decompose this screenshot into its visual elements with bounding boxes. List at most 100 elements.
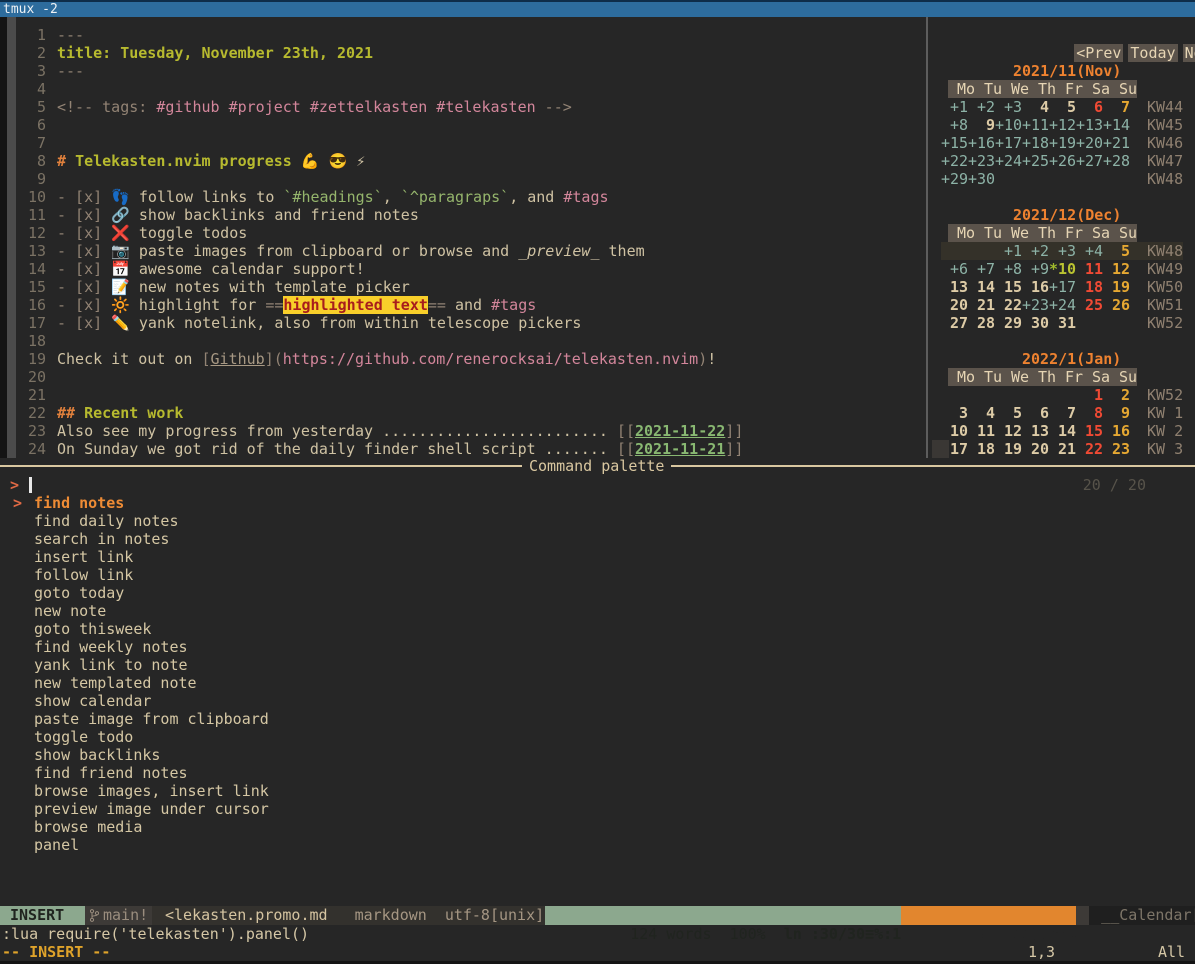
day-cell[interactable]: +13 bbox=[1076, 116, 1103, 134]
left-scrollbar[interactable] bbox=[7, 17, 16, 458]
day-cell[interactable]: 13 bbox=[1022, 422, 1049, 440]
day-cell[interactable]: +17 bbox=[1049, 278, 1076, 296]
palette-item[interactable]: goto thisweek bbox=[0, 620, 1195, 638]
day-cell[interactable]: 25 bbox=[1076, 296, 1103, 314]
day-cell[interactable]: 7 bbox=[1103, 98, 1130, 116]
day-cell[interactable]: +3 bbox=[995, 98, 1022, 116]
palette-item[interactable]: find friend notes bbox=[0, 764, 1195, 782]
day-cell[interactable]: +1 bbox=[941, 98, 968, 116]
palette-item[interactable]: panel bbox=[0, 836, 1195, 854]
day-cell[interactable]: 27 bbox=[941, 314, 968, 332]
day-cell[interactable]: 4 bbox=[1022, 98, 1049, 116]
day-cell[interactable]: 2 bbox=[1103, 386, 1130, 404]
day-cell[interactable]: +23 bbox=[968, 152, 995, 170]
day-cell[interactable]: 11 bbox=[1076, 260, 1103, 278]
day-cell[interactable]: 19 bbox=[1103, 278, 1130, 296]
today-button[interactable]: Today bbox=[1128, 44, 1177, 62]
next-month-button[interactable]: Next> bbox=[1183, 44, 1195, 62]
day-cell[interactable]: 11 bbox=[968, 422, 995, 440]
palette-item[interactable]: follow link bbox=[0, 566, 1195, 584]
day-cell[interactable]: 20 bbox=[941, 296, 968, 314]
day-cell[interactable]: 21 bbox=[1049, 440, 1076, 458]
day-cell[interactable]: 14 bbox=[1049, 422, 1076, 440]
palette-item[interactable]: search in notes bbox=[0, 530, 1195, 548]
day-cell[interactable]: 14 bbox=[968, 278, 995, 296]
day-cell[interactable]: 21 bbox=[968, 296, 995, 314]
day-cell[interactable]: +26 bbox=[1049, 152, 1076, 170]
day-cell[interactable]: 10 bbox=[941, 422, 968, 440]
day-cell[interactable]: 26 bbox=[1103, 296, 1130, 314]
palette-item[interactable]: browse media bbox=[0, 818, 1195, 836]
day-cell[interactable]: 18 bbox=[1076, 278, 1103, 296]
palette-prompt[interactable]: > 20 / 20 bbox=[0, 476, 1195, 494]
note-link[interactable]: 2021-11-22 bbox=[635, 422, 725, 440]
day-cell[interactable]: +15 bbox=[941, 134, 968, 152]
day-cell[interactable]: 22 bbox=[995, 296, 1022, 314]
buffer-badge[interactable]: ☲ [11]tra… bbox=[901, 906, 1076, 925]
note-link[interactable]: 2021-11-21 bbox=[635, 440, 725, 458]
day-cell[interactable]: 9 bbox=[968, 116, 995, 134]
day-cell[interactable]: 9 bbox=[1103, 404, 1130, 422]
palette-item[interactable]: goto today bbox=[0, 584, 1195, 602]
day-cell[interactable]: +12 bbox=[1049, 116, 1076, 134]
day-cell[interactable]: 19 bbox=[995, 440, 1022, 458]
day-cell[interactable]: +2 bbox=[968, 98, 995, 116]
window-titlebar[interactable]: tmux -2 bbox=[0, 0, 1195, 17]
day-cell[interactable]: +21 bbox=[1103, 134, 1130, 152]
day-cell[interactable]: 1 bbox=[1076, 386, 1103, 404]
day-cell[interactable]: 22 bbox=[1076, 440, 1103, 458]
palette-item[interactable]: new note bbox=[0, 602, 1195, 620]
day-cell[interactable]: +30 bbox=[968, 170, 995, 188]
day-cell[interactable]: +19 bbox=[1049, 134, 1076, 152]
day-cell[interactable]: 31 bbox=[1049, 314, 1076, 332]
palette-item[interactable]: show backlinks bbox=[0, 746, 1195, 764]
day-cell[interactable]: 3 bbox=[941, 404, 968, 422]
day-cell[interactable]: 16 bbox=[1022, 278, 1049, 296]
day-cell[interactable]: +3 bbox=[1049, 242, 1076, 260]
day-cell[interactable]: 17 bbox=[941, 440, 968, 458]
prev-month-button[interactable]: <Prev bbox=[1074, 44, 1123, 62]
day-cell[interactable]: 30 bbox=[1022, 314, 1049, 332]
day-cell[interactable]: 15 bbox=[995, 278, 1022, 296]
palette-item[interactable]: preview image under cursor bbox=[0, 800, 1195, 818]
day-cell[interactable]: 12 bbox=[1103, 260, 1130, 278]
palette-item[interactable]: show calendar bbox=[0, 692, 1195, 710]
day-cell[interactable]: 7 bbox=[1049, 404, 1076, 422]
palette-item[interactable]: find weekly notes bbox=[0, 638, 1195, 656]
day-cell[interactable]: 12 bbox=[995, 422, 1022, 440]
day-cell[interactable]: +8 bbox=[995, 260, 1022, 278]
day-cell[interactable]: 13 bbox=[941, 278, 968, 296]
command-line[interactable]: :lua require('telekasten').panel() bbox=[0, 925, 309, 943]
day-cell[interactable]: 16 bbox=[1103, 422, 1130, 440]
day-cell[interactable]: +7 bbox=[968, 260, 995, 278]
day-cell[interactable]: +1 bbox=[995, 242, 1022, 260]
github-url[interactable]: https://github.com/renerocksai/telekaste… bbox=[283, 350, 698, 368]
palette-item[interactable]: browse images, insert link bbox=[0, 782, 1195, 800]
day-cell[interactable]: +6 bbox=[941, 260, 968, 278]
markdown-editor[interactable]: 1---2title: Tuesday, November 23th, 2021… bbox=[16, 26, 921, 458]
day-cell[interactable]: 5 bbox=[995, 404, 1022, 422]
github-link[interactable]: Github bbox=[211, 350, 265, 368]
day-cell[interactable]: +8 bbox=[941, 116, 968, 134]
day-cell[interactable]: +2 bbox=[1022, 242, 1049, 260]
palette-item[interactable]: find daily notes bbox=[0, 512, 1195, 530]
day-cell[interactable]: 23 bbox=[1103, 440, 1130, 458]
day-cell[interactable]: 6 bbox=[1022, 404, 1049, 422]
day-cell[interactable]: 18 bbox=[968, 440, 995, 458]
day-cell[interactable]: +11 bbox=[1022, 116, 1049, 134]
day-cell[interactable]: 4 bbox=[968, 404, 995, 422]
day-cell[interactable]: +16 bbox=[968, 134, 995, 152]
day-cell[interactable]: 28 bbox=[968, 314, 995, 332]
day-cell[interactable]: 6 bbox=[1076, 98, 1103, 116]
day-cell[interactable]: +4 bbox=[1076, 242, 1103, 260]
day-cell[interactable]: *10 bbox=[1049, 260, 1076, 278]
day-cell[interactable]: +20 bbox=[1076, 134, 1103, 152]
palette-selected-item[interactable]: > find notes bbox=[0, 494, 1195, 512]
day-cell[interactable]: +14 bbox=[1103, 116, 1130, 134]
day-cell[interactable]: 20 bbox=[1022, 440, 1049, 458]
palette-item[interactable]: toggle todo bbox=[0, 728, 1195, 746]
palette-item[interactable]: insert link bbox=[0, 548, 1195, 566]
day-cell[interactable]: +22 bbox=[941, 152, 968, 170]
day-cell[interactable]: +9 bbox=[1022, 260, 1049, 278]
day-cell[interactable]: 8 bbox=[1076, 404, 1103, 422]
